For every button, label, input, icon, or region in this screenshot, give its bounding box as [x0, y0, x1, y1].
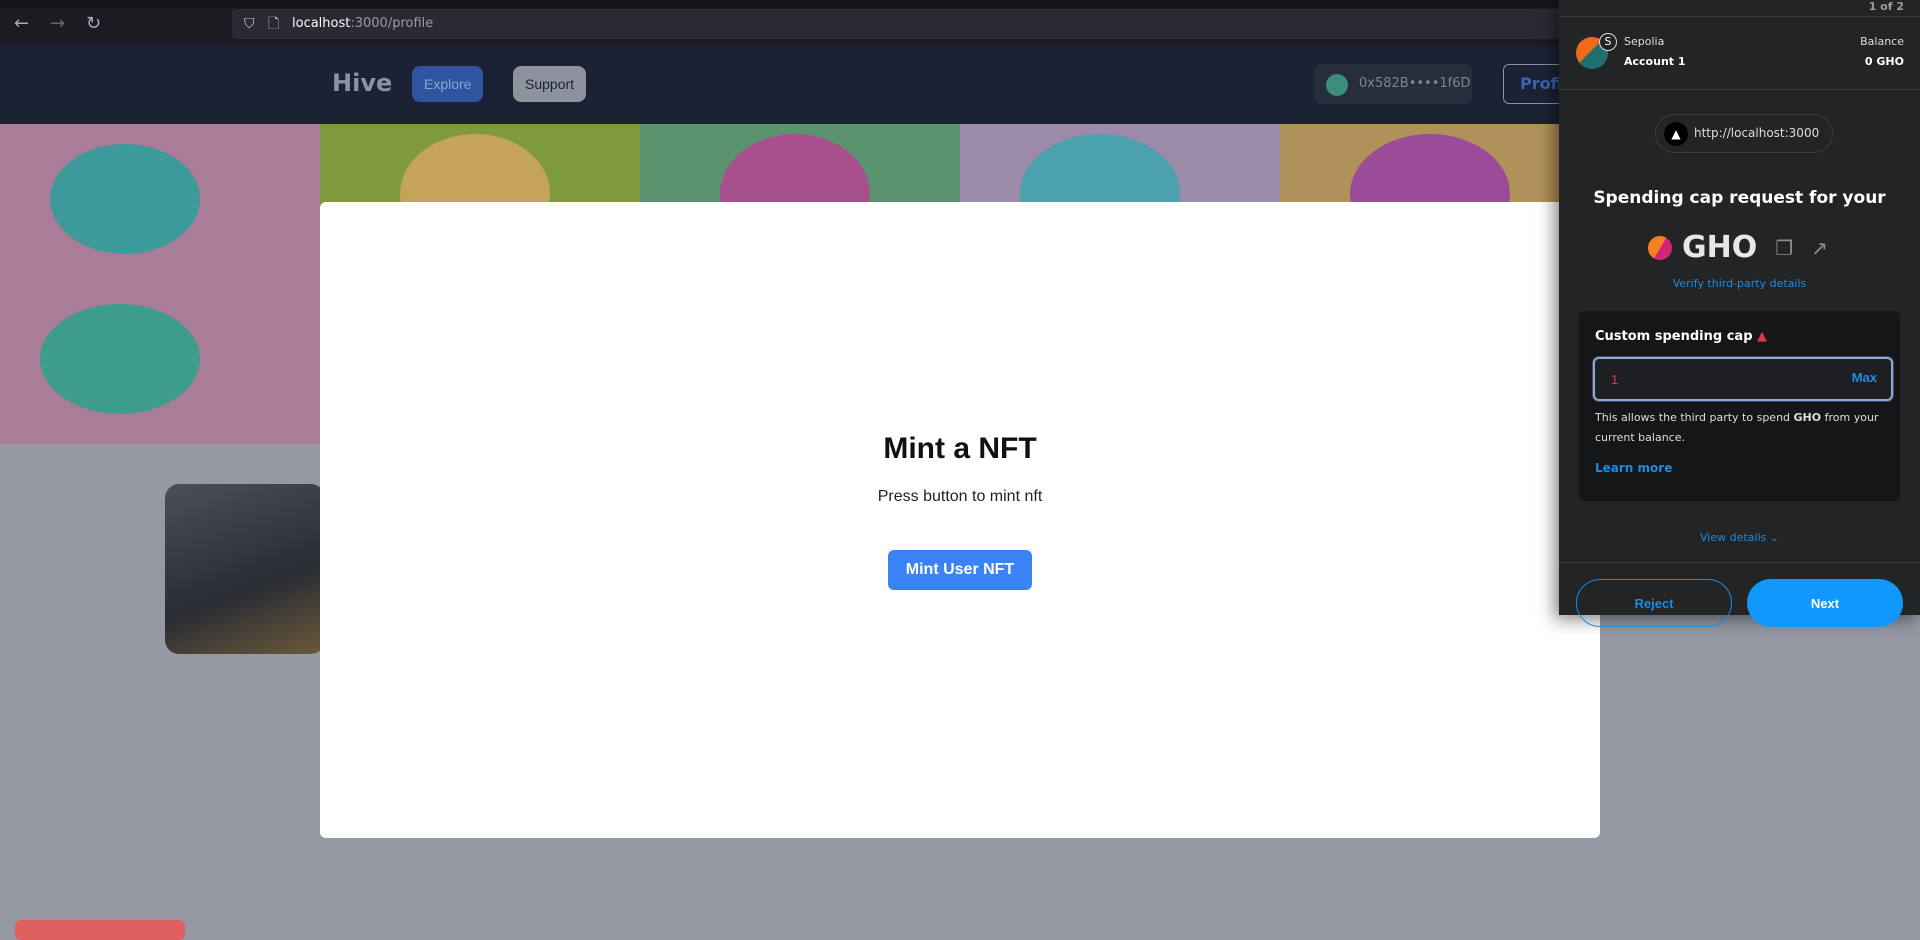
nft-image — [0, 124, 320, 444]
site-icon: ▲ — [1664, 122, 1688, 146]
url-path: :3000/profile — [350, 16, 434, 31]
gho-token-icon — [1648, 235, 1672, 260]
verify-link[interactable]: Verify third-party details — [1559, 277, 1920, 290]
external-link-icon[interactable]: ↗ — [1811, 236, 1828, 260]
request-title: Spending cap request for your — [1593, 188, 1886, 208]
view-details-link[interactable]: View details ⌄ — [1559, 531, 1920, 544]
modal-title: Mint a NFT — [883, 432, 1037, 465]
chevron-down-icon: ⌄ — [1769, 531, 1779, 544]
network-badge: S — [1599, 33, 1617, 51]
explore-button[interactable]: Explore — [412, 66, 484, 102]
wallet-avatar — [1326, 74, 1348, 96]
metamask-popup: 1 of 2 S Sepolia Account 1 Balance 0 GHO… — [1559, 0, 1920, 627]
spending-cap-box: Custom spending cap ▲ Max This allows th… — [1579, 311, 1900, 501]
spending-cap-field[interactable]: Max — [1593, 357, 1893, 401]
balance-label: Balance — [1860, 35, 1904, 48]
next-button[interactable]: Next — [1747, 579, 1903, 627]
desc-token: GHO — [1793, 411, 1822, 424]
mint-modal: Mint a NFT Press button to mint nft Mint… — [320, 202, 1600, 838]
cap-description: This allows the third party to spend GHO… — [1595, 408, 1890, 448]
red-button[interactable] — [15, 920, 185, 940]
cap-label-text: Custom spending cap — [1595, 329, 1753, 344]
origin-pill: ▲ http://localhost:3000 — [1655, 114, 1833, 153]
address-bar[interactable]: ⛉ 🗋 localhost:3000/profile — [232, 9, 1562, 39]
modal-subtitle: Press button to mint nft — [877, 488, 1043, 505]
desc-text: This allows the third party to spend — [1595, 411, 1794, 424]
shield-icon: ⛉ — [244, 16, 255, 32]
learn-more-link[interactable]: Learn more — [1595, 461, 1672, 475]
forward-icon[interactable]: → — [50, 13, 65, 34]
url-host: localhost — [292, 16, 351, 31]
token-row: GHO ❐ ↗ — [1648, 230, 1828, 265]
max-button[interactable]: Max — [1852, 370, 1877, 385]
spending-cap-input[interactable] — [1595, 359, 1825, 399]
wallet-address[interactable]: 0x582B••••1f6D — [1314, 64, 1472, 104]
wallet-text: 0x582B••••1f6D — [1359, 76, 1471, 91]
view-details-text: View details — [1700, 531, 1767, 544]
request-counter: 1 of 2 — [1868, 0, 1904, 13]
balance-value: 0 GHO — [1864, 55, 1904, 68]
account-name: Account 1 — [1624, 55, 1686, 68]
page-icon: 🗋 — [268, 16, 280, 32]
profile-photo — [165, 484, 325, 654]
back-icon[interactable]: ← — [14, 13, 29, 34]
copy-icon[interactable]: ❐ — [1775, 236, 1793, 260]
logo[interactable]: Hive — [332, 69, 392, 97]
origin-url: http://localhost:3000 — [1694, 126, 1820, 140]
reload-icon[interactable]: ↻ — [86, 13, 101, 34]
network-name: Sepolia — [1624, 35, 1665, 48]
support-button[interactable]: Support — [513, 66, 587, 102]
reject-button[interactable]: Reject — [1576, 579, 1732, 627]
mint-user-nft-button[interactable]: Mint User NFT — [888, 550, 1032, 590]
warning-icon: ▲ — [1757, 329, 1768, 344]
token-name: GHO — [1682, 230, 1758, 265]
cap-label: Custom spending cap ▲ — [1595, 329, 1767, 344]
